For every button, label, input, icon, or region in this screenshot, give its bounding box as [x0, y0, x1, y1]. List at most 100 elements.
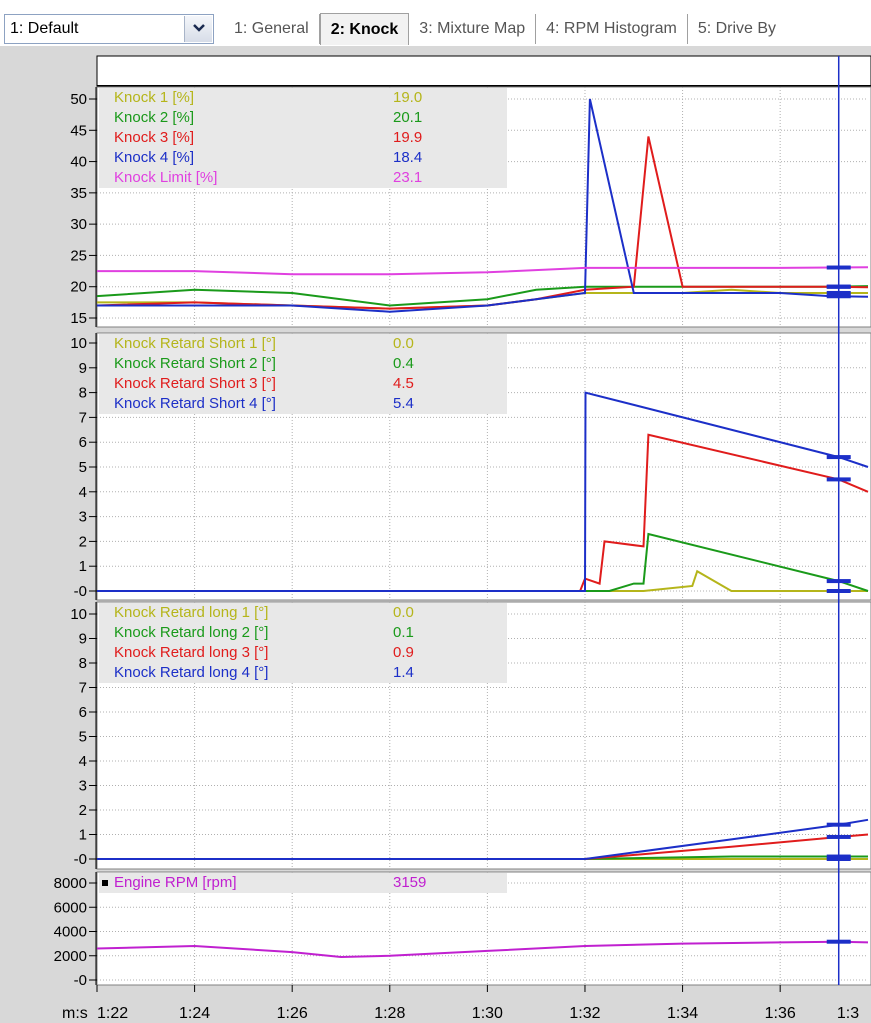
legend-label: Engine RPM [rpm]	[114, 874, 237, 891]
cursor-marker	[826, 284, 851, 289]
legend-label: Knock 2 [%]	[114, 109, 195, 126]
y-tick-label: 35	[70, 185, 87, 202]
x-tick-label: 1:3	[837, 1005, 859, 1022]
legend-value: 4.5	[393, 375, 414, 392]
y-tick-label: 2	[79, 802, 87, 819]
tab-general[interactable]: 1: General	[224, 14, 320, 44]
x-tick-label: 1:28	[374, 1005, 405, 1022]
cursor-marker	[826, 822, 851, 827]
y-tick-label: 5	[79, 729, 87, 746]
legend-retard-short: Knock Retard Short 1 [°] 0.0 Knock Retard …	[99, 334, 507, 414]
legend-label: Knock Retard Short 3 [°]	[114, 375, 276, 392]
legend-item[interactable]: Knock Retard long 4 [°] 1.4	[99, 663, 507, 683]
y-tick-label: 8000	[54, 875, 87, 892]
y-tick-label: 10	[70, 606, 87, 623]
cursor-marker	[826, 854, 851, 859]
legend-item[interactable]: Knock Retard Short 4 [°] 5.4	[99, 394, 507, 414]
chart-header-strip	[96, 55, 871, 87]
y-tick-label: 9	[79, 631, 87, 648]
legend-item[interactable]: Knock Retard long 2 [°] 0.1	[99, 623, 507, 643]
legend-item[interactable]: Knock Retard Short 2 [°] 0.4	[99, 354, 507, 374]
legend-value: 20.1	[393, 109, 423, 126]
x-tick-label: 1:22	[97, 1005, 128, 1022]
legend-item[interactable]: Knock Retard Short 1 [°] 0.0	[99, 334, 507, 354]
legend-item[interactable]: Knock Limit [%] 23.1	[99, 168, 507, 188]
tab-mixture-map[interactable]: 3: Mixture Map	[409, 14, 537, 44]
tab-drive-by[interactable]: 5: Drive By	[688, 14, 786, 44]
cursor-marker	[826, 455, 851, 460]
y-tick-label: 5	[79, 459, 87, 476]
legend-value: 0.0	[393, 335, 414, 352]
y-tick-label: 4000	[54, 924, 87, 941]
y-tick-label: 1	[79, 558, 87, 575]
legend-item[interactable]: Engine RPM [rpm] 3159	[99, 873, 507, 893]
legend-item[interactable]: Knock 3 [%] 19.9	[99, 128, 507, 148]
tab-knock[interactable]: 2: Knock	[319, 13, 410, 45]
legend-item[interactable]: Knock 1 [%] 19.0	[99, 88, 507, 108]
legend-value: 23.1	[393, 169, 423, 186]
y-tick-label: 25	[70, 247, 87, 264]
cursor-marker	[826, 589, 851, 593]
series-marker-icon	[102, 880, 108, 886]
profile-select[interactable]: 1: Default	[4, 14, 214, 44]
toolbar: 1: Default 1: General 2: Knock 3: Mixtur…	[0, 0, 871, 52]
legend-label: Knock Retard long 3 [°]	[114, 644, 269, 661]
y-tick-label: -0	[74, 851, 87, 868]
profile-select-value: 1: Default	[10, 20, 79, 37]
legend-value: 5.4	[393, 395, 414, 412]
y-tick-label: 3	[79, 509, 87, 526]
y-tick-label: 7	[79, 409, 87, 426]
legend-item[interactable]: Knock 2 [%] 20.1	[99, 108, 507, 128]
y-tick-label: 50	[70, 91, 87, 108]
y-tick-label: 6	[79, 434, 87, 451]
legend-item[interactable]: Knock Retard Short 3 [°] 4.5	[99, 374, 507, 394]
chevron-down-icon[interactable]	[184, 16, 212, 42]
tab-strip: 1: General 2: Knock 3: Mixture Map 4: RP…	[224, 13, 786, 45]
y-tick-label: -0	[74, 972, 87, 989]
legend-label: Knock 3 [%]	[114, 129, 195, 146]
y-tick-label: 20	[70, 279, 87, 296]
legend-value: 1.4	[393, 664, 414, 681]
cursor-marker	[826, 294, 851, 299]
cursor-marker	[826, 939, 851, 944]
legend-value: 19.0	[393, 89, 423, 106]
y-tick-label: 2	[79, 533, 87, 550]
legend-value: 3159	[393, 874, 427, 891]
chart-frame: 50 45 40 35 30 25 20 15 10 9 8 7 6 5 4 3 2 1 -0 10 9 8 7 6 5 4 3 2 1…	[0, 46, 871, 1023]
y-tick-label: 10	[70, 335, 87, 352]
legend-value: 0.0	[393, 604, 414, 621]
legend-item[interactable]: Knock Retard long 3 [°] 0.9	[99, 643, 507, 663]
legend-value: 0.9	[393, 644, 414, 661]
legend-label: Knock 1 [%]	[114, 89, 195, 106]
y-tick-label: 45	[70, 122, 87, 139]
cursor-marker	[826, 477, 851, 482]
x-axis-unit: m:s	[62, 1005, 88, 1022]
legend-item[interactable]: Knock Retard long 1 [°] 0.0	[99, 603, 507, 623]
x-tick-label: 1:30	[472, 1005, 503, 1022]
legend-label: Knock 4 [%]	[114, 149, 195, 166]
legend-label: Knock Retard Short 4 [°]	[114, 395, 276, 412]
legend-label: Knock Retard Short 1 [°]	[114, 335, 276, 352]
y-tick-label: 15	[70, 310, 87, 327]
y-tick-label: 8	[79, 385, 87, 402]
y-tick-label: 6	[79, 704, 87, 721]
y-tick-label: 30	[70, 216, 87, 233]
y-tick-label: 1	[79, 827, 87, 844]
x-tick-label: 1:36	[765, 1005, 796, 1022]
tab-rpm-histogram[interactable]: 4: RPM Histogram	[536, 14, 688, 44]
x-tick-label: 1:32	[569, 1005, 600, 1022]
x-tick-label: 1:26	[277, 1005, 308, 1022]
legend-value: 0.4	[393, 355, 414, 372]
y-tick-label: 4	[79, 753, 87, 770]
cursor-marker	[826, 579, 851, 584]
y-tick-label: 9	[79, 360, 87, 377]
legend-rpm: Engine RPM [rpm] 3159	[99, 873, 507, 893]
legend-item[interactable]: Knock 4 [%] 18.4	[99, 148, 507, 168]
y-tick-label: 6000	[54, 899, 87, 916]
x-tick-label: 1:24	[179, 1005, 210, 1022]
y-tick-label: 4	[79, 484, 87, 501]
y-tick-label: 3	[79, 778, 87, 795]
legend-label: Knock Retard long 2 [°]	[114, 624, 269, 641]
cursor-marker	[826, 265, 851, 270]
legend-label: Knock Limit [%]	[114, 169, 218, 186]
